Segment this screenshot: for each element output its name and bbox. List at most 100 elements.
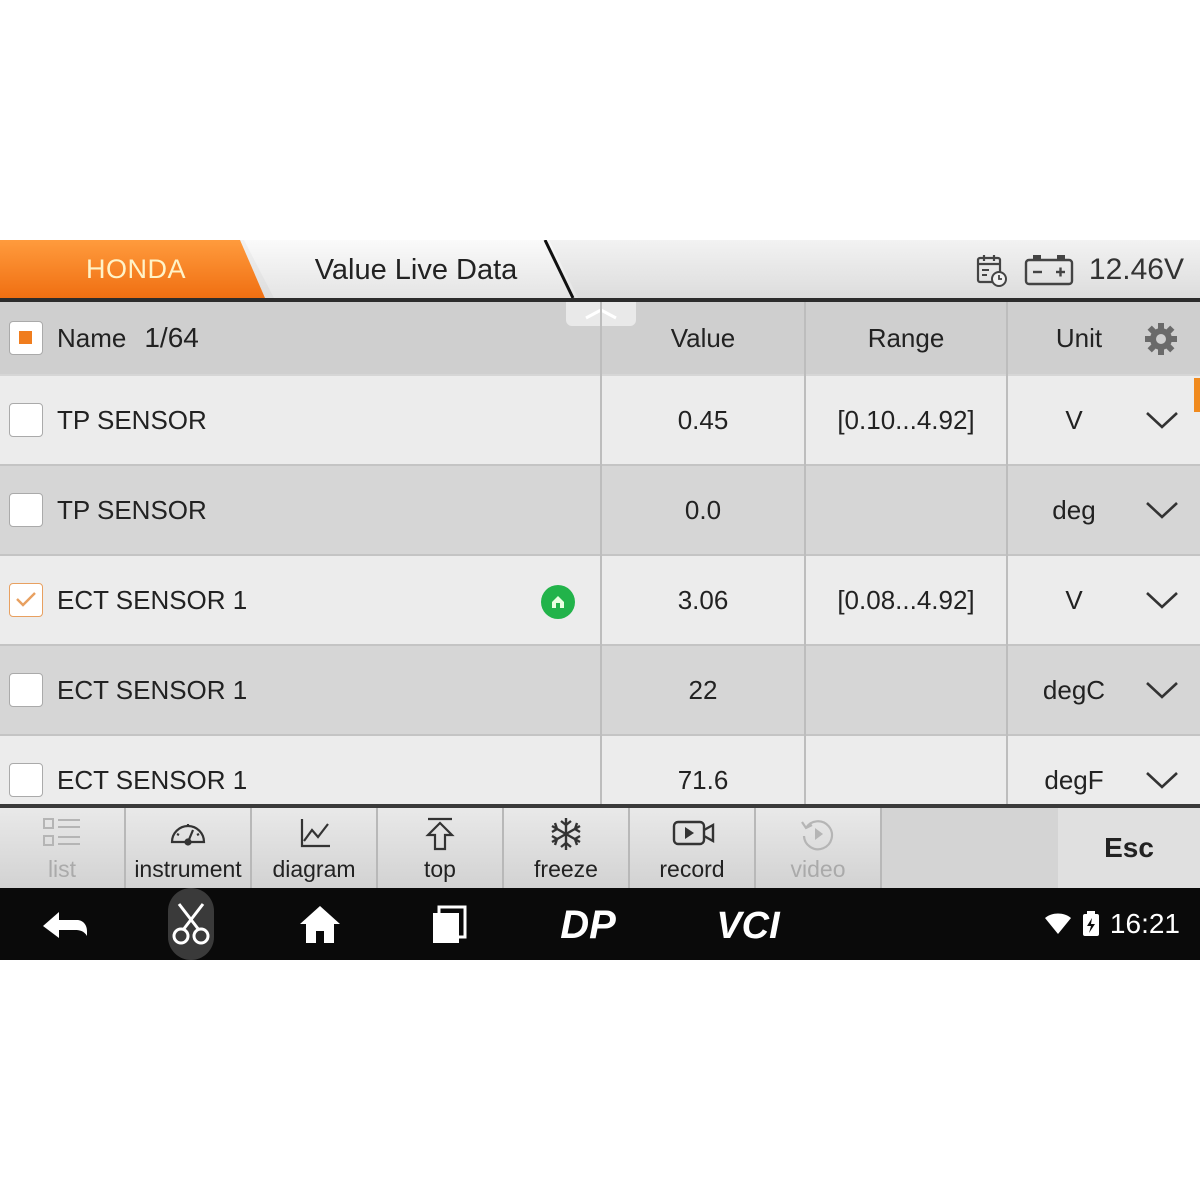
calendar-clock-icon[interactable] — [975, 252, 1009, 288]
row-name-cell: ECT SENSOR 1 — [0, 556, 600, 644]
row-name-cell: ECT SENSOR 1 — [0, 736, 600, 804]
column-divider — [804, 302, 806, 804]
line-chart-icon — [300, 819, 330, 848]
row-checkbox[interactable] — [9, 403, 43, 437]
scrollbar-thumb[interactable] — [1194, 378, 1200, 412]
dp-logo-button[interactable]: DP — [548, 888, 628, 960]
row-range: [0.08...4.92] — [837, 584, 975, 615]
unit-dropdown[interactable] — [1140, 376, 1184, 464]
row-range — [806, 736, 1006, 804]
row-name: ECT SENSOR 1 — [57, 584, 248, 615]
top-label: top — [424, 856, 456, 882]
chevron-down-icon — [1146, 682, 1178, 699]
record-label: record — [659, 856, 725, 882]
instrument-button[interactable]: instrument — [126, 808, 250, 888]
row-name-cell: TP SENSOR — [0, 466, 600, 554]
row-value: 22 — [688, 674, 718, 705]
diagram-button[interactable]: diagram — [252, 808, 376, 888]
video-button[interactable]: video — [756, 808, 880, 888]
row-range — [806, 646, 1006, 734]
diagram-label: diagram — [272, 856, 356, 882]
column-unit-label: Unit — [1055, 322, 1103, 353]
home-icon — [300, 906, 340, 943]
row-name: ECT SENSOR 1 — [57, 674, 248, 705]
row-name: ECT SENSOR 1 — [57, 764, 248, 795]
tab-brand[interactable]: HONDA — [0, 240, 265, 298]
row-name: TP SENSOR — [57, 494, 207, 525]
row-name-cell: TP SENSOR — [0, 376, 600, 464]
row-value: 0.45 — [677, 404, 729, 435]
column-header-name: Name 1/64 — [0, 302, 600, 374]
dp-logo-icon: DP — [560, 904, 616, 944]
clock: 16:21 — [1109, 908, 1180, 939]
unit-dropdown[interactable] — [1140, 646, 1184, 734]
column-divider — [600, 302, 602, 804]
top-button[interactable]: top — [378, 808, 502, 888]
tab-value-live-data[interactable]: Value Live Data — [244, 240, 578, 298]
live-data-table: Name 1/64 Value Range Unit TP SENSOR 0.4… — [0, 302, 1200, 804]
battery-icon — [1024, 255, 1074, 286]
row-value: 71.6 — [677, 764, 729, 795]
video-label: video — [790, 856, 846, 882]
row-unit: deg — [1052, 494, 1096, 525]
row-unit: V — [1065, 404, 1083, 435]
row-name-cell: ECT SENSOR 1 — [0, 646, 600, 734]
status-area: 16:21 — [1044, 888, 1180, 960]
vci-logo-button[interactable]: VCI — [700, 888, 796, 960]
chevron-down-icon — [1146, 502, 1178, 519]
esc-button[interactable]: Esc — [1058, 808, 1200, 888]
column-header-unit: Unit — [1008, 302, 1200, 374]
freeze-button[interactable]: freeze — [504, 808, 628, 888]
home-badge-glyph — [552, 596, 564, 608]
list-label: list — [47, 856, 77, 882]
svg-text:DP: DP — [560, 904, 616, 944]
column-divider — [1006, 302, 1008, 804]
app-screen: HONDA Value Live Data 12.46V Name 1/64 V… — [0, 240, 1200, 960]
tab-brand-label: HONDA — [85, 254, 186, 284]
row-unit: degF — [1044, 764, 1104, 795]
back-button[interactable] — [30, 888, 100, 960]
row-range — [806, 466, 1006, 554]
record-button[interactable]: record — [630, 808, 754, 888]
list-button[interactable]: list — [0, 808, 124, 888]
unit-dropdown[interactable] — [1140, 556, 1184, 644]
item-counter: 1/64 — [144, 322, 199, 353]
row-checkbox-checked[interactable] — [9, 583, 43, 617]
freeze-label: freeze — [534, 856, 598, 882]
select-all-checkbox[interactable] — [9, 321, 43, 355]
header-status: 12.46V — [975, 250, 1184, 290]
unit-dropdown[interactable] — [1140, 736, 1184, 804]
header-bar: HONDA Value Live Data 12.46V — [0, 240, 1200, 300]
wifi-icon — [1044, 913, 1071, 934]
tab-divider-icon — [543, 240, 575, 299]
record-camera-icon — [672, 820, 715, 846]
unit-dropdown[interactable] — [1140, 466, 1184, 554]
row-range: [0.10...4.92] — [837, 404, 975, 435]
gauge-icon — [170, 824, 206, 846]
video-replay-icon — [801, 820, 834, 851]
row-checkbox[interactable] — [9, 763, 43, 797]
recent-apps-button[interactable] — [420, 888, 480, 960]
instrument-label: instrument — [134, 856, 242, 882]
green-home-badge-icon[interactable] — [541, 585, 575, 619]
column-name-label: Name — [57, 322, 127, 353]
battery-voltage: 12.46V — [1088, 253, 1184, 286]
chevron-down-icon — [1146, 412, 1178, 429]
vci-logo-icon: VCI — [716, 905, 781, 944]
screenshot-button[interactable] — [168, 888, 214, 960]
row-value: 3.06 — [677, 584, 729, 615]
row-unit: V — [1065, 584, 1083, 615]
tab-title-label: Value Live Data — [314, 254, 518, 286]
column-header-range: Range — [806, 302, 1006, 374]
back-arrow-icon — [43, 912, 87, 938]
recent-apps-icon — [433, 905, 467, 943]
bottom-toolbar: list instrument diagram top freeze recor… — [0, 808, 1200, 888]
row-checkbox[interactable] — [9, 673, 43, 707]
row-checkbox[interactable] — [9, 493, 43, 527]
settings-gear-icon[interactable] — [1144, 322, 1178, 356]
chevron-down-icon — [1146, 772, 1178, 789]
home-button[interactable] — [290, 888, 350, 960]
to-top-icon — [425, 817, 455, 851]
toolbar-divider — [880, 808, 882, 888]
battery-charging-icon — [1082, 911, 1099, 936]
